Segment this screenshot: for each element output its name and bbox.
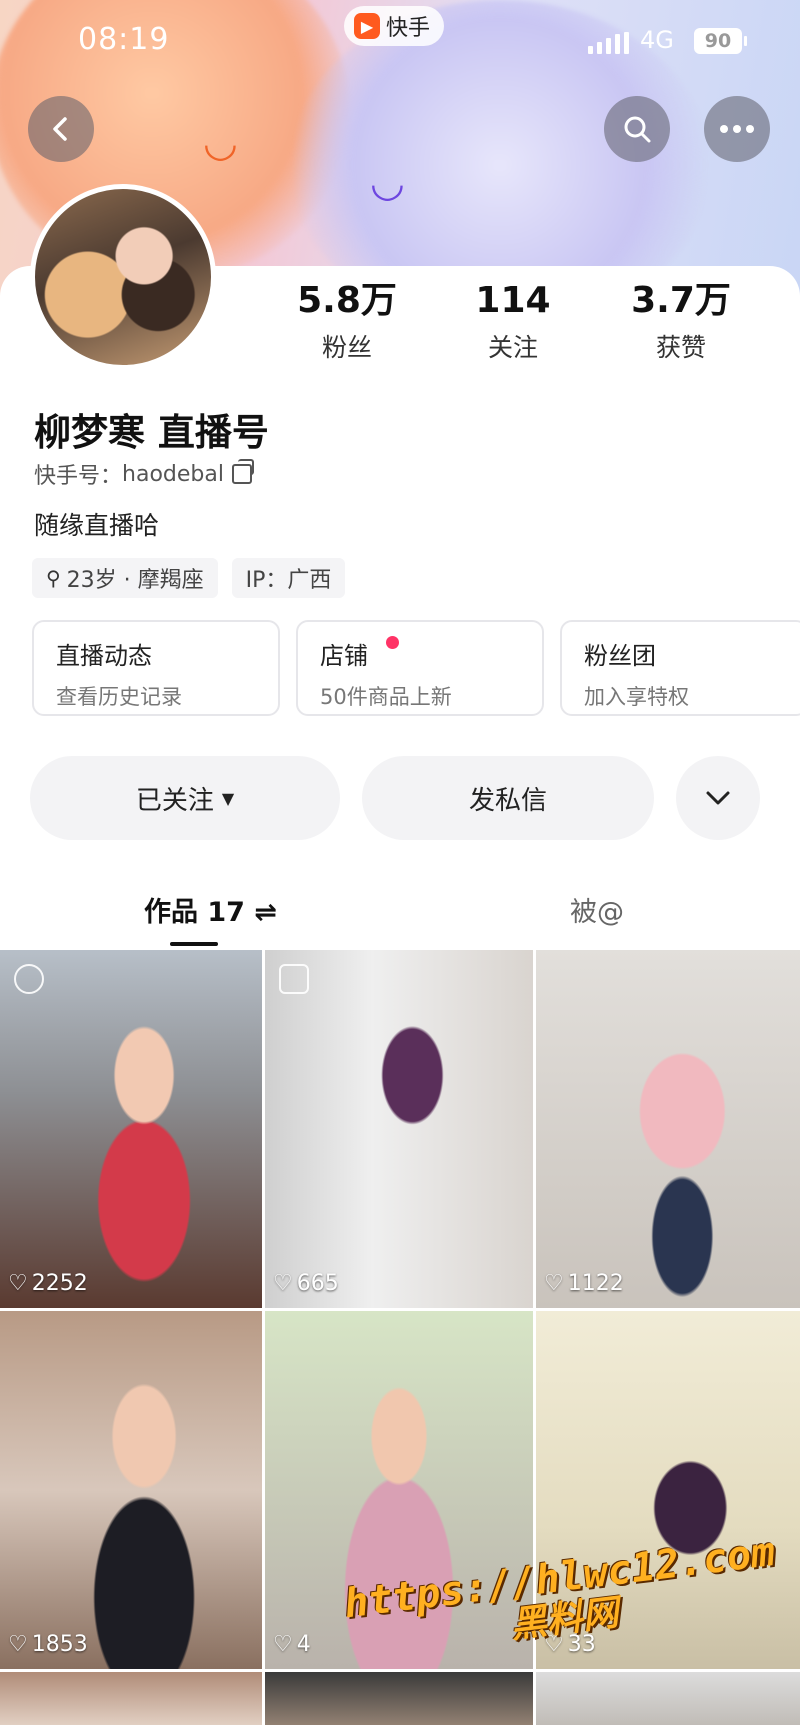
likes-stat[interactable]: 3.7万 获赞: [606, 280, 756, 364]
heart-icon: ♡: [273, 1271, 293, 1296]
likes-count: 3.7万: [631, 280, 731, 321]
smiley-face-icon: ◡: [372, 160, 403, 206]
profile-actions: 已关注 ▼ 发私信: [30, 756, 760, 840]
smiley-face-icon: ◡: [205, 120, 236, 166]
following-label: 关注: [487, 333, 538, 362]
send-message-button[interactable]: 发私信: [362, 756, 654, 840]
followers-stat[interactable]: 5.8万 粉丝: [272, 280, 422, 364]
tab-works[interactable]: 作品 17 ⇌: [144, 890, 277, 929]
chevron-left-icon: [53, 117, 67, 141]
live-icon: [14, 964, 44, 994]
heart-icon: ♡: [8, 1632, 28, 1657]
app-badge: ▶ 快手: [344, 6, 445, 46]
heart-icon: ♡: [273, 1632, 293, 1657]
chevron-down-icon: [706, 791, 730, 805]
copy-icon[interactable]: [231, 459, 254, 484]
more-horizontal-icon: [720, 125, 754, 133]
user-id: 快手号： haodebal: [34, 458, 254, 490]
signal-icon: [588, 32, 629, 54]
tile-shop[interactable]: 店铺 50件商品上新: [296, 620, 544, 716]
status-time: 08:19: [78, 22, 170, 57]
photo-icon: [279, 964, 309, 994]
app-name: 快手: [386, 16, 431, 41]
avatar[interactable]: [30, 184, 216, 370]
like-count: ♡ 1853: [8, 1632, 88, 1657]
tab-mentions[interactable]: 被@: [570, 890, 624, 929]
heart-icon: ♡: [544, 1271, 564, 1296]
battery-icon: 90: [694, 28, 747, 54]
notification-dot: [386, 636, 399, 649]
ip-location-tag: IP：广西: [231, 558, 346, 598]
feature-tiles: 直播动态 查看历史记录 店铺 50件商品上新 粉丝团 加入享特权: [32, 620, 800, 716]
work-thumbnail[interactable]: ♡ 665: [265, 950, 533, 1308]
work-thumbnail[interactable]: [0, 1672, 262, 1725]
profile-bio: 随缘直播哈: [34, 511, 160, 540]
like-count: ♡ 2252: [8, 1271, 88, 1296]
like-count: ♡ 1122: [544, 1271, 624, 1296]
followers-count: 5.8万: [297, 280, 397, 321]
caret-down-icon: ▼: [221, 788, 235, 808]
back-button[interactable]: [28, 96, 94, 162]
content-tabs: 作品 17 ⇌ 被@: [0, 880, 800, 950]
user-id-label: 快手号：: [34, 464, 123, 489]
active-tab-indicator: [170, 942, 218, 946]
tile-subtitle: 查看历史记录: [56, 685, 182, 709]
send-message-label: 发私信: [468, 785, 547, 816]
work-thumbnail[interactable]: [265, 1672, 533, 1725]
kuaishou-logo-icon: ▶: [354, 13, 380, 39]
work-thumbnail[interactable]: ♡ 1122: [536, 950, 800, 1308]
likes-label: 获赞: [655, 333, 706, 362]
user-id-value: haodebal: [122, 461, 224, 487]
following-count: 114: [475, 280, 551, 321]
age-zodiac-text: 23岁 · 摩羯座: [66, 568, 204, 593]
status-bar: 08:19 ▶ 快手 4G 90: [0, 0, 800, 84]
tile-title: 店铺: [320, 642, 368, 670]
tile-title: 粉丝团: [584, 642, 656, 670]
like-count: ♡ 665: [273, 1271, 339, 1296]
followers-label: 粉丝: [321, 333, 372, 362]
tile-subtitle: 加入享特权: [584, 685, 689, 709]
profile-tags: ⚲ 23岁 · 摩羯座 IP：广西: [32, 558, 346, 598]
expand-button[interactable]: [676, 756, 760, 840]
gender-icon: ⚲: [46, 566, 61, 590]
tile-fan-club[interactable]: 粉丝团 加入享特权: [560, 620, 800, 716]
profile-name: 柳梦寒 直播号: [34, 411, 269, 454]
work-thumbnail[interactable]: ♡ 2252: [0, 950, 262, 1308]
battery-level: 90: [704, 30, 732, 52]
work-thumbnail[interactable]: [536, 1672, 800, 1725]
search-button[interactable]: [604, 96, 670, 162]
following-button[interactable]: 已关注 ▼: [30, 756, 340, 840]
work-thumbnail[interactable]: ♡ 1853: [0, 1311, 262, 1669]
tile-live-history[interactable]: 直播动态 查看历史记录: [32, 620, 280, 716]
like-count: ♡ 4: [273, 1632, 311, 1657]
more-button[interactable]: [704, 96, 770, 162]
following-button-label: 已关注: [135, 785, 214, 816]
tile-subtitle: 50件商品上新: [320, 685, 452, 709]
network-type: 4G: [640, 26, 674, 54]
age-zodiac-tag: ⚲ 23岁 · 摩羯座: [32, 558, 218, 598]
search-icon: [624, 116, 651, 143]
tile-title: 直播动态: [56, 642, 152, 670]
ip-location-text: IP：广西: [245, 568, 332, 593]
heart-icon: ♡: [8, 1271, 28, 1296]
following-stat[interactable]: 114 关注: [438, 280, 588, 364]
